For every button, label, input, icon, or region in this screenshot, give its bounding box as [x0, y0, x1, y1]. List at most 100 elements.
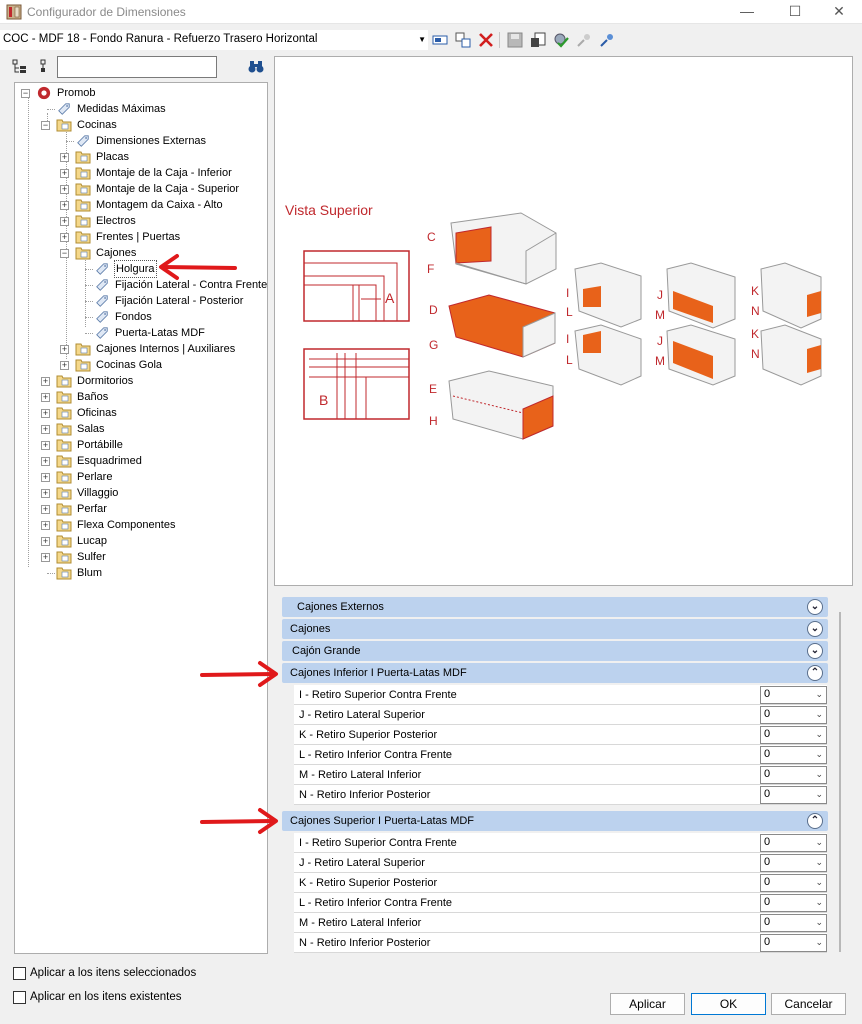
tree-node-electros[interactable]: + Electros: [15, 213, 265, 229]
maximize-button[interactable]: ☐: [772, 0, 818, 24]
save-icon[interactable]: [506, 31, 524, 49]
rename-icon[interactable]: [431, 31, 449, 49]
prop-select[interactable]: 0 ⌄: [760, 874, 827, 892]
expand-toggle[interactable]: +: [41, 409, 50, 418]
configuration-combo[interactable]: COC - MDF 18 - Fondo Ranura - Refuerzo T…: [0, 30, 428, 50]
prop-label: M - Retiro Lateral Inferior: [299, 769, 422, 781]
apply-selected-checkbox[interactable]: [13, 967, 26, 980]
collapse-tree-icon[interactable]: [36, 58, 54, 76]
tree-node-montaje-superior[interactable]: + Montaje de la Caja - Superior: [15, 181, 265, 197]
tree-node-placas[interactable]: + Placas: [15, 149, 265, 165]
expand-toggle[interactable]: +: [60, 185, 69, 194]
tree-node-cocinas[interactable]: − Cocinas: [15, 117, 265, 133]
prop-select[interactable]: 0 ⌄: [760, 686, 827, 704]
tree-node-villaggio[interactable]: + Villaggio: [15, 485, 265, 501]
prop-select[interactable]: 0 ⌄: [760, 746, 827, 764]
duplicate-icon[interactable]: [454, 31, 472, 49]
tree-node-portabille[interactable]: + Portábille: [15, 437, 265, 453]
tree-node-banos[interactable]: + Baños: [15, 389, 265, 405]
collapse-toggle[interactable]: −: [21, 89, 30, 98]
delete-icon[interactable]: [477, 31, 495, 49]
tree-node-montagem-alto[interactable]: + Montagem da Caixa - Alto: [15, 197, 265, 213]
expand-toggle[interactable]: +: [60, 153, 69, 162]
expand-icon[interactable]: ⌄: [807, 599, 823, 615]
prop-select[interactable]: 0 ⌄: [760, 834, 827, 852]
tree-node-perfar[interactable]: + Perfar: [15, 501, 265, 517]
tree-node-fondos[interactable]: Fondos: [15, 309, 265, 325]
prop-select[interactable]: 0 ⌄: [760, 726, 827, 744]
tree-node-promob[interactable]: − Promob: [15, 85, 265, 101]
tree-node-dormitorios[interactable]: + Dormitorios: [15, 373, 265, 389]
tree-node-salas[interactable]: + Salas: [15, 421, 265, 437]
expand-toggle[interactable]: +: [41, 553, 50, 562]
expand-toggle[interactable]: +: [41, 425, 50, 434]
settings-check-icon[interactable]: [552, 31, 570, 49]
expand-icon[interactable]: ⌄: [807, 643, 823, 659]
tree-node-flexa-componentes[interactable]: + Flexa Componentes: [15, 517, 265, 533]
expand-toggle[interactable]: +: [41, 441, 50, 450]
expand-toggle[interactable]: +: [60, 233, 69, 242]
collapse-icon[interactable]: ⌃: [807, 665, 823, 681]
expand-toggle[interactable]: +: [41, 457, 50, 466]
expand-toggle[interactable]: +: [60, 345, 69, 354]
tree-node-label: Cocinas Gola: [96, 359, 163, 371]
tree-node-oficinas[interactable]: + Oficinas: [15, 405, 265, 421]
group-cajon-grande[interactable]: Cajón Grande ⌄: [282, 641, 828, 661]
prop-select[interactable]: 0 ⌄: [760, 934, 827, 952]
apply-button[interactable]: Aplicar: [610, 993, 685, 1015]
expand-toggle[interactable]: +: [41, 377, 50, 386]
prop-select[interactable]: 0 ⌄: [760, 914, 827, 932]
tree-node-blum[interactable]: Blum: [15, 565, 265, 581]
prop-select[interactable]: 0 ⌄: [760, 854, 827, 872]
tree-node-perlare[interactable]: + Perlare: [15, 469, 265, 485]
apply-existing-checkbox[interactable]: [13, 991, 26, 1004]
expand-toggle[interactable]: +: [41, 473, 50, 482]
prop-select[interactable]: 0 ⌄: [760, 706, 827, 724]
prop-select[interactable]: 0 ⌄: [760, 766, 827, 784]
prop-label: J - Retiro Lateral Superior: [299, 709, 425, 721]
expand-toggle[interactable]: +: [60, 169, 69, 178]
label-j-2: J: [657, 334, 663, 348]
ok-button[interactable]: OK: [691, 993, 766, 1015]
collapse-toggle[interactable]: −: [60, 249, 69, 258]
tree-node-frentes-puertas[interactable]: + Frentes | Puertas: [15, 229, 265, 245]
expand-toggle[interactable]: +: [60, 361, 69, 370]
group-cajones-externos[interactable]: Cajones Externos ⌄: [282, 597, 828, 617]
close-window-button[interactable]: ✕: [816, 0, 862, 24]
minimize-button[interactable]: —: [724, 0, 770, 24]
expand-toggle[interactable]: +: [41, 505, 50, 514]
tree-node-medidas-maximas[interactable]: Medidas Máximas: [15, 101, 265, 117]
tree-node-puerta-latas-mdf[interactable]: Puerta-Latas MDF: [15, 325, 265, 341]
expand-toggle[interactable]: +: [41, 537, 50, 546]
prop-select[interactable]: 0 ⌄: [760, 894, 827, 912]
tree-node-cocinas-gola[interactable]: + Cocinas Gola: [15, 357, 265, 373]
binoculars-icon[interactable]: [247, 58, 265, 76]
export-icon[interactable]: [529, 31, 547, 49]
tree-search-input[interactable]: [57, 56, 217, 78]
tree-node-cajones-internos[interactable]: + Cajones Internos | Auxiliares: [15, 341, 265, 357]
prop-select[interactable]: 0 ⌄: [760, 786, 827, 804]
tree-node-sulfer[interactable]: + Sulfer: [15, 549, 265, 565]
connect-icon[interactable]: [598, 31, 616, 49]
tree-node-esquadrimed[interactable]: + Esquadrimed: [15, 453, 265, 469]
group-cajones-superior[interactable]: Cajones Superior I Puerta-Latas MDF ⌃: [282, 811, 828, 831]
collapse-icon[interactable]: ⌃: [807, 813, 823, 829]
expand-toggle[interactable]: +: [60, 201, 69, 210]
cancel-button[interactable]: Cancelar: [771, 993, 846, 1015]
property-scrollbar[interactable]: [839, 612, 841, 952]
tree-node-montaje-inferior[interactable]: + Montaje de la Caja - Inferior: [15, 165, 265, 181]
expand-toggle[interactable]: +: [41, 489, 50, 498]
tree-node-lucap[interactable]: + Lucap: [15, 533, 265, 549]
expand-toggle[interactable]: +: [41, 521, 50, 530]
expand-icon[interactable]: ⌄: [807, 621, 823, 637]
expand-tree-icon[interactable]: [11, 58, 29, 76]
expand-toggle[interactable]: +: [41, 393, 50, 402]
collapse-toggle[interactable]: −: [41, 121, 50, 130]
connect-disabled-icon[interactable]: [575, 31, 593, 49]
tree-node-dimensiones-externas[interactable]: Dimensiones Externas: [15, 133, 265, 149]
expand-toggle[interactable]: +: [60, 217, 69, 226]
group-cajones[interactable]: Cajones ⌄: [282, 619, 828, 639]
top-view-a: [303, 250, 410, 322]
tree-node-fijacion-posterior[interactable]: Fijación Lateral - Posterior: [15, 293, 265, 309]
group-cajones-inferior[interactable]: Cajones Inferior I Puerta-Latas MDF ⌃: [282, 663, 828, 683]
